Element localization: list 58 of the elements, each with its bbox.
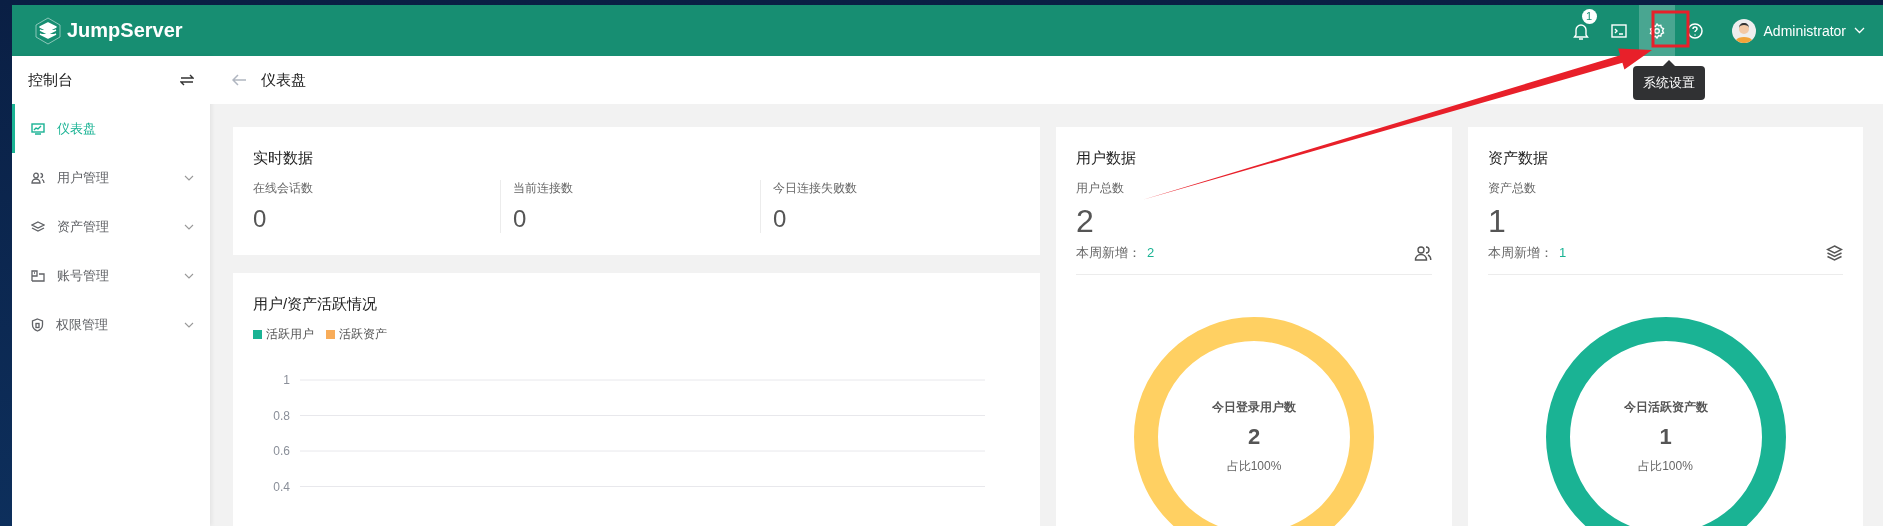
- sidebar-item[interactable]: 用户管理: [12, 153, 210, 202]
- chevron-down-icon: [184, 223, 194, 230]
- sidebar-item[interactable]: 权限管理: [12, 300, 210, 349]
- total-label: 资产总数: [1488, 180, 1537, 197]
- monitor-icon: [31, 122, 45, 135]
- metric-value: 0: [773, 205, 788, 233]
- card-title: 实时数据: [253, 149, 314, 168]
- logo-icon: [35, 16, 61, 45]
- chevron-down-icon: [184, 174, 194, 181]
- metric-value: 0: [253, 205, 268, 233]
- notification-badge: 1: [1581, 9, 1597, 24]
- layers-icon: [31, 220, 45, 233]
- weekly-new-text: 本周新增： 1: [1488, 244, 1567, 262]
- sidebar-item[interactable]: 资产管理: [12, 202, 210, 251]
- donut-share: 占比100%: [1226, 458, 1282, 475]
- users-icon: [31, 171, 45, 184]
- card-title: 资产数据: [1488, 149, 1549, 168]
- axis-tick-label: 0.6: [273, 444, 290, 458]
- sidebar-item[interactable]: 账号管理: [12, 251, 210, 300]
- tooltip: 系统设置: [1633, 60, 1705, 100]
- settings-button[interactable]: [1638, 5, 1675, 56]
- chevron-down-icon: [184, 321, 194, 328]
- metric-label: 在线会话数: [253, 180, 314, 197]
- users-icon: [1414, 245, 1432, 261]
- total-value: 1: [1488, 203, 1507, 240]
- metric-value: 0: [513, 205, 528, 233]
- user-name[interactable]: Administrator: [1763, 22, 1846, 39]
- total-label: 用户总数: [1076, 180, 1125, 197]
- highlight-box: [1651, 10, 1690, 48]
- donut-label: 今日活跃资产数: [1623, 399, 1708, 416]
- chevron-down-icon[interactable]: [1854, 27, 1865, 34]
- card-title: 用户数据: [1076, 149, 1137, 168]
- account-icon: [31, 269, 45, 282]
- chevron-down-icon: [184, 272, 194, 279]
- legend-label[interactable]: 活跃用户: [266, 326, 314, 343]
- donut-value: 1: [1659, 424, 1672, 450]
- sidebar-title: 控制台: [28, 70, 73, 90]
- bell-icon[interactable]: [1572, 21, 1589, 40]
- settings-icon[interactable]: [1648, 22, 1665, 39]
- avatar-icon[interactable]: [1731, 18, 1756, 43]
- page-title: 仪表盘: [261, 70, 306, 90]
- donut-value: 2: [1247, 424, 1261, 450]
- legend-label[interactable]: 活跃资产: [339, 326, 387, 343]
- swap-icon[interactable]: [180, 74, 194, 86]
- axis-tick-label: 1: [283, 373, 290, 387]
- metric-label: 当前连接数: [513, 180, 574, 197]
- card-title: 用户/资产活跃情况: [253, 295, 379, 314]
- terminal-icon[interactable]: [1610, 23, 1627, 38]
- axis-tick-label: 0.8: [273, 408, 290, 423]
- weekly-new-text: 本周新增： 2: [1076, 244, 1155, 262]
- axis-tick-label: 0.4: [273, 479, 290, 494]
- donut-label: 今日登录用户数: [1212, 399, 1296, 416]
- total-value: 2: [1076, 203, 1095, 240]
- layers-icon: [1826, 245, 1843, 261]
- shield-icon: [31, 317, 44, 332]
- donut-share: 占比100%: [1638, 458, 1693, 475]
- brand-name[interactable]: JumpServer: [67, 19, 183, 42]
- metric-label: 今日连接失败数: [773, 180, 858, 197]
